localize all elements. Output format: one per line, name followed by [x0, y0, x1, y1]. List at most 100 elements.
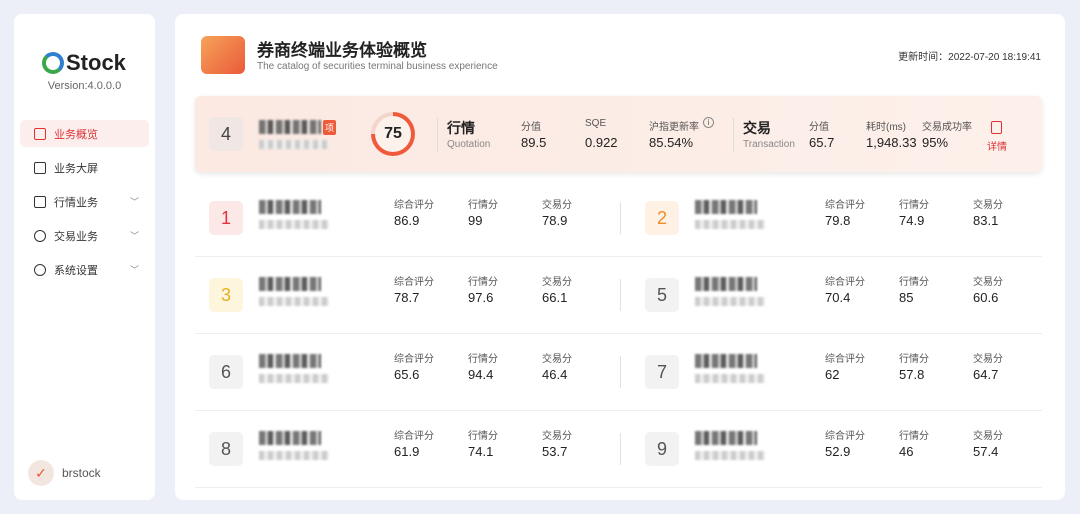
rank-badge: 9: [645, 432, 679, 466]
sidebar-item-quotation[interactable]: 行情业务﹀: [20, 188, 149, 215]
monitor-icon: [34, 162, 46, 174]
grid-icon: [34, 128, 46, 140]
highlight-card[interactable]: 4 项 75 行情 Quotation 分值 89.5 SQE 0.922 沪指…: [195, 96, 1042, 172]
broker-version-blurred: [695, 220, 765, 229]
label: 业务大屏: [54, 160, 98, 176]
label: 系统设置: [54, 262, 98, 278]
broker-name-blurred[interactable]: [695, 431, 757, 445]
brand-label: brstock: [62, 466, 101, 480]
user-brand[interactable]: ✓brstock: [28, 460, 101, 486]
update-time: 更新时间：2022-07-20 18:19:41: [898, 48, 1041, 63]
label: SQE: [585, 118, 606, 129]
broker-name-blurred[interactable]: [695, 200, 757, 214]
broker-name-blurred[interactable]: [695, 277, 757, 291]
rank-badge: 3: [209, 278, 243, 312]
quote-label: 行情分: [899, 427, 929, 442]
value: 1,948.33: [866, 135, 917, 150]
trade-label: 交易分: [542, 350, 572, 365]
total-label: 综合评分: [825, 427, 865, 442]
value: 89.5: [521, 135, 546, 150]
rank-badge: 2: [645, 201, 679, 235]
column-divider: [620, 433, 621, 465]
trade-score: 66.1: [542, 290, 567, 305]
page-title: 券商终端业务体验概览: [257, 36, 427, 61]
broker-name-blurred[interactable]: [259, 354, 321, 368]
yuan-icon: [34, 230, 46, 242]
page-subtitle: The catalog of securities terminal busin…: [257, 61, 498, 72]
quote-label: 行情分: [899, 350, 929, 365]
trade-label: 交易分: [542, 273, 572, 288]
brand-name: Stock: [66, 50, 126, 76]
broker-version-blurred: [259, 374, 329, 383]
total-score: 65.6: [394, 367, 419, 382]
sidebar-item-settings[interactable]: 系统设置﹀: [20, 256, 149, 283]
total-score: 86.9: [394, 213, 419, 228]
total-label: 综合评分: [825, 350, 865, 365]
value: 0.922: [585, 135, 618, 150]
transaction-subtitle: Transaction: [743, 139, 795, 150]
broker-name-blurred: [259, 120, 321, 134]
trade-score: 46.4: [542, 367, 567, 382]
label: 交易业务: [54, 228, 98, 244]
column-divider: [620, 356, 621, 388]
rank-badge: 5: [645, 278, 679, 312]
tag-badge: 项: [323, 120, 336, 135]
trade-score: 64.7: [973, 367, 998, 382]
rank-badge: 1: [209, 201, 243, 235]
total-score: 78.7: [394, 290, 419, 305]
label: 分值: [521, 118, 541, 133]
value: 65.7: [809, 135, 834, 150]
broker-name-blurred[interactable]: [259, 431, 321, 445]
label: 行情业务: [54, 194, 98, 210]
total-score: 52.9: [825, 444, 850, 459]
quote-label: 行情分: [468, 350, 498, 365]
total-label: 综合评分: [394, 427, 434, 442]
trade-score: 57.4: [973, 444, 998, 459]
broker-version-blurred: [695, 451, 765, 460]
logo-icon: [42, 52, 64, 74]
quotation-subtitle: Quotation: [447, 139, 490, 150]
broker-name-blurred[interactable]: [259, 200, 321, 214]
column-divider: [620, 202, 621, 234]
trade-label: 交易分: [973, 350, 1003, 365]
ranking-row: 1 综合评分 86.9行情分 99交易分 78.92 综合评分 79.8行情分 …: [195, 180, 1042, 257]
column-divider: [620, 279, 621, 311]
total-score: 70.4: [825, 290, 850, 305]
sidebar-item-overview[interactable]: 业务概览: [20, 120, 149, 147]
trade-label: 交易分: [973, 427, 1003, 442]
document-icon[interactable]: [991, 121, 1002, 134]
quote-score: 85: [899, 290, 913, 305]
trade-score: 83.1: [973, 213, 998, 228]
broker-version-blurred: [695, 297, 765, 306]
rank-badge: 4: [209, 117, 243, 151]
quote-score: 94.4: [468, 367, 493, 382]
total-label: 综合评分: [394, 273, 434, 288]
broker-name-blurred[interactable]: [695, 354, 757, 368]
total-label: 综合评分: [825, 273, 865, 288]
nav-menu: 业务概览 业务大屏 行情业务﹀ 交易业务﹀ 系统设置﹀: [20, 120, 149, 290]
logo: Stock: [42, 50, 126, 76]
label: 分值: [809, 118, 829, 133]
broker-name-blurred[interactable]: [259, 277, 321, 291]
sidebar-item-dashboard[interactable]: 业务大屏: [20, 154, 149, 181]
rank-badge: 6: [209, 355, 243, 389]
label: 业务概览: [54, 126, 98, 142]
total-label: 综合评分: [394, 350, 434, 365]
label: 耗时(ms): [866, 118, 906, 133]
label: 沪指更新率: [649, 118, 699, 133]
info-icon[interactable]: i: [703, 117, 714, 128]
quote-score: 57.8: [899, 367, 924, 382]
detail-link[interactable]: 详情: [987, 138, 1007, 153]
trade-label: 交易分: [973, 196, 1003, 211]
total-score: 79.8: [825, 213, 850, 228]
quote-score: 74.9: [899, 213, 924, 228]
ranking-row: 3 综合评分 78.7行情分 97.6交易分 66.15 综合评分 70.4行情…: [195, 257, 1042, 334]
broker-version-blurred: [259, 451, 329, 460]
label: 交易成功率: [922, 118, 972, 133]
value: 85.54%: [649, 135, 693, 150]
broker-version-blurred: [259, 140, 329, 149]
main-panel: 券商终端业务体验概览 The catalog of securities ter…: [175, 14, 1065, 500]
ranking-row: 8 综合评分 61.9行情分 74.1交易分 53.79 综合评分 52.9行情…: [195, 411, 1042, 488]
quote-score: 74.1: [468, 444, 493, 459]
sidebar-item-trade[interactable]: 交易业务﹀: [20, 222, 149, 249]
